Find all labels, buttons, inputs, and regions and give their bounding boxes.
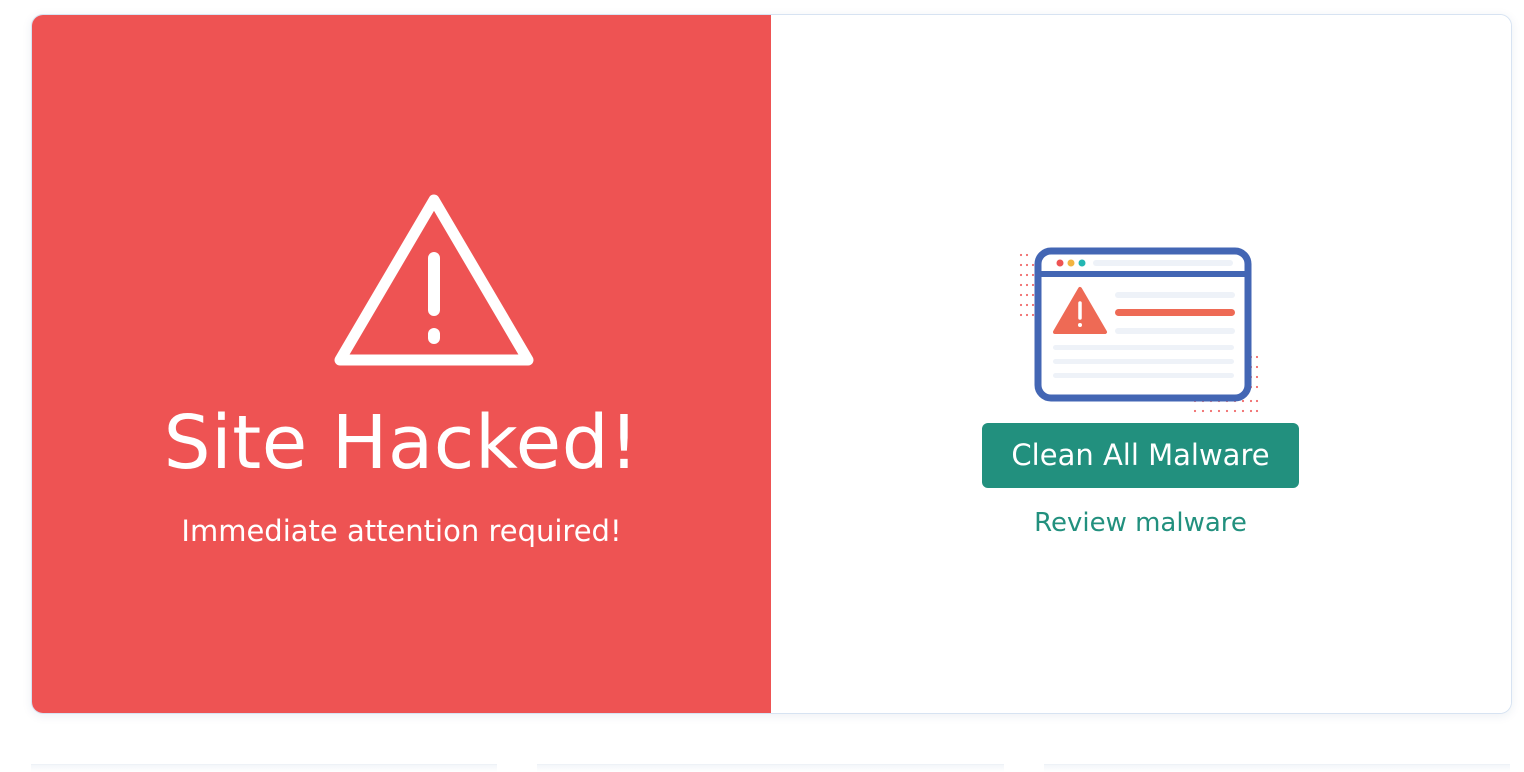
card-edge-3 (1043, 764, 1510, 772)
card-edge-1 (31, 764, 498, 772)
browser-warning-illustration (1019, 247, 1259, 413)
malware-action-panel: Clean All Malware Review malware (771, 15, 1511, 713)
site-status-card: Site Hacked! Immediate attention require… (31, 14, 1512, 714)
status-subtitle: Immediate attention required! (181, 514, 622, 548)
warning-triangle-icon (334, 194, 534, 366)
review-malware-link[interactable]: Review malware (982, 505, 1299, 541)
hacked-status-panel: Site Hacked! Immediate attention require… (32, 15, 771, 713)
bottom-cards-edge (31, 764, 1510, 772)
clean-all-malware-button[interactable]: Clean All Malware (982, 423, 1299, 488)
status-title: Site Hacked! (163, 400, 640, 486)
card-edge-2 (537, 764, 1004, 772)
